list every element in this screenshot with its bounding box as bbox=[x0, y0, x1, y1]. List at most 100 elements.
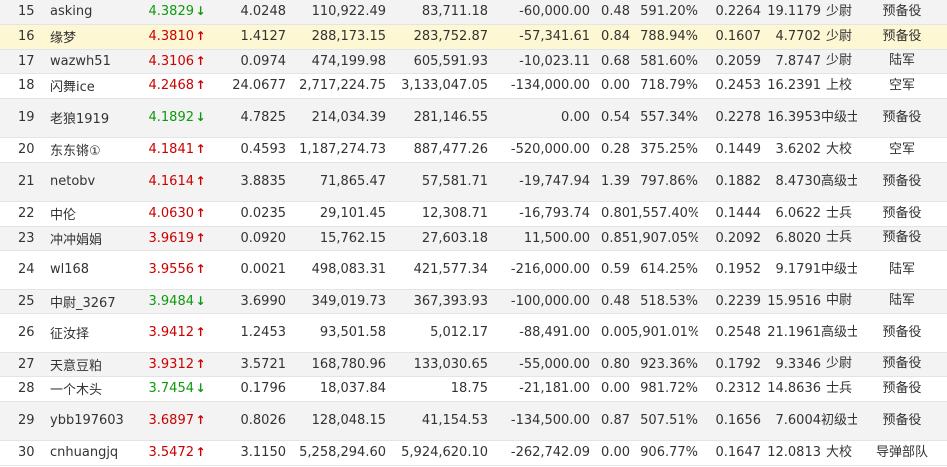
table-row[interactable]: 22 中伦 4.0630↑ 0.0235 29,101.45 12,308.71 -16,7… bbox=[0, 201, 947, 227]
arrow-up-icon: ↑ bbox=[195, 413, 206, 427]
branch-cell: 导弹部队 bbox=[857, 440, 947, 466]
value-cell-8: 6.0622 bbox=[761, 201, 821, 227]
rank-cell: 23 bbox=[0, 226, 46, 251]
table-row[interactable]: 16 缘梦 4.3810↑ 1.4127 288,173.15 283,752.87 -57… bbox=[0, 24, 947, 50]
value-cell-2: 93,501.58 bbox=[286, 313, 386, 353]
user-name-cell[interactable]: 缘梦 bbox=[46, 24, 132, 50]
user-name-cell[interactable]: netobv bbox=[46, 162, 132, 202]
military-rank-cell: 高级士官 bbox=[821, 313, 857, 353]
user-name-cell[interactable]: 中伦 bbox=[46, 201, 132, 227]
score-cell: 3.6897↑ bbox=[132, 401, 208, 441]
table-row[interactable]: 29 ybb197603 3.6897↑ 0.8026 128,048.15 41,154… bbox=[0, 401, 947, 441]
value-cell-5: 0.00 bbox=[590, 376, 630, 402]
table-row[interactable]: 28 一个木头 3.7454↓ 0.1796 18,037.84 18.75 -21,181… bbox=[0, 376, 947, 402]
score-value: 3.9484 bbox=[148, 293, 195, 309]
value-cell-1: 0.1796 bbox=[208, 376, 286, 402]
percentage-cell: 923.36% bbox=[630, 352, 698, 377]
score-value: 4.2468 bbox=[148, 78, 195, 93]
value-cell-4: -16,793.74 bbox=[488, 201, 590, 227]
value-cell-8: 16.3953 bbox=[761, 98, 821, 138]
arrow-up-icon: ↑ bbox=[195, 206, 206, 220]
table-row[interactable]: 18 闪舞ice 4.2468↑ 24.0677 2,717,224.75 3,133,0… bbox=[0, 73, 947, 99]
branch-cell: 空军 bbox=[857, 137, 947, 163]
user-name-cell[interactable]: ybb197603 bbox=[46, 401, 132, 441]
value-cell-1: 0.0235 bbox=[208, 201, 286, 227]
percentage-cell: 906.77% bbox=[630, 440, 698, 466]
table-row[interactable]: 26 征汝择 3.9412↑ 1.2453 93,501.58 5,012.17 -88,4… bbox=[0, 313, 947, 353]
user-name-cell[interactable]: 老狼1919 bbox=[46, 98, 132, 138]
table-row[interactable]: 27 天意豆粕 3.9312↑ 3.5721 168,780.96 133,030.65-… bbox=[0, 352, 947, 377]
arrow-up-icon: ↑ bbox=[195, 78, 206, 92]
rank-cell: 29 bbox=[0, 401, 46, 441]
score-value: 3.9312 bbox=[148, 356, 195, 372]
value-cell-3: 18.75 bbox=[386, 376, 488, 402]
arrow-up-icon: ↑ bbox=[195, 29, 206, 43]
percentage-cell: 518.53% bbox=[630, 289, 698, 314]
table-row[interactable]: 21 netobv 4.1614↑ 3.8835 71,865.47 57,581.71-… bbox=[0, 162, 947, 202]
rank-cell: 16 bbox=[0, 24, 46, 50]
value-cell-1: 0.4593 bbox=[208, 137, 286, 163]
arrow-down-icon: ↓ bbox=[195, 381, 206, 395]
value-cell-4: -262,742.09 bbox=[488, 440, 590, 466]
value-cell-8: 4.7702 bbox=[761, 24, 821, 50]
value-cell-7: 0.2092 bbox=[698, 226, 761, 251]
arrow-up-icon: ↑ bbox=[195, 53, 206, 68]
value-cell-8: 16.2391 bbox=[761, 73, 821, 99]
value-cell-3: 57,581.71 bbox=[386, 162, 488, 202]
value-cell-7: 0.1952 bbox=[698, 250, 761, 290]
user-name-cell[interactable]: 一个木头 bbox=[46, 376, 132, 402]
user-name-cell[interactable]: 征汝择 bbox=[46, 313, 132, 353]
user-name-cell[interactable]: 闪舞ice bbox=[46, 73, 132, 99]
value-cell-3: 27,603.18 bbox=[386, 226, 488, 251]
user-name-cell[interactable]: cnhuangjq bbox=[46, 440, 132, 466]
rank-cell: 28 bbox=[0, 376, 46, 402]
score-value: 3.9619 bbox=[148, 230, 195, 246]
military-rank-cell: 大校 bbox=[821, 137, 857, 163]
rank-cell: 25 bbox=[0, 289, 46, 314]
percentage-cell: 981.72% bbox=[630, 376, 698, 402]
value-cell-5: 0.48 bbox=[590, 289, 630, 314]
value-cell-1: 4.0248 bbox=[208, 0, 286, 25]
table-row[interactable]: 19 老狼1919 4.1892↓ 4.7825 214,034.39 281,146.5… bbox=[0, 98, 947, 138]
military-rank-cell: 中级士官 bbox=[821, 98, 857, 138]
value-cell-3: 887,477.26 bbox=[386, 137, 488, 163]
value-cell-5: 0.00 bbox=[590, 313, 630, 353]
user-name-cell[interactable]: 天意豆粕 bbox=[46, 352, 132, 377]
table-row[interactable]: 17 wazwh51 4.3106↑ 0.0974 474,199.98 605,591.… bbox=[0, 49, 947, 74]
value-cell-8: 3.6202 bbox=[761, 137, 821, 163]
score-value: 4.1841 bbox=[148, 142, 195, 157]
score-value: 4.0630 bbox=[148, 206, 195, 221]
score-cell: 4.1614↑ bbox=[132, 162, 208, 202]
table-row[interactable]: 30 cnhuangjq 3.5472↑ 3.1150 5,258,294.60 5,92… bbox=[0, 440, 947, 466]
branch-cell: 预备役 bbox=[857, 98, 947, 138]
value-cell-3: 605,591.93 bbox=[386, 49, 488, 74]
user-name-cell[interactable]: 东东锵① bbox=[46, 137, 132, 163]
table-row[interactable]: 23 冲冲娟娟 3.9619↑ 0.0920 15,762.15 27,603.18 11,… bbox=[0, 226, 947, 251]
percentage-cell: 797.86% bbox=[630, 162, 698, 202]
table-row[interactable]: 20 东东锵① 4.1841↑ 0.4593 1,187,274.73 887,477.2… bbox=[0, 137, 947, 163]
rank-cell: 24 bbox=[0, 250, 46, 290]
military-rank-cell: 中尉 bbox=[821, 289, 857, 314]
user-name-cell[interactable]: 中尉_3267 bbox=[46, 289, 132, 314]
value-cell-4: -60,000.00 bbox=[488, 0, 590, 25]
military-rank-cell: 士兵 bbox=[821, 201, 857, 227]
table-row[interactable]: 24 wl168 3.9556↑ 0.0021 498,083.31 421,577.34… bbox=[0, 250, 947, 290]
value-cell-5: 0.00 bbox=[590, 73, 630, 99]
user-name-cell[interactable]: wazwh51 bbox=[46, 49, 132, 74]
arrow-up-icon: ↑ bbox=[195, 325, 206, 339]
value-cell-1: 0.8026 bbox=[208, 401, 286, 441]
score-cell: 3.9412↑ bbox=[132, 313, 208, 353]
user-name-cell[interactable]: asking bbox=[46, 0, 132, 25]
table-row[interactable]: 25 中尉_3267 3.9484↓ 3.6990 349,019.73 367,393.… bbox=[0, 289, 947, 314]
value-cell-5: 0.80 bbox=[590, 201, 630, 227]
table-row[interactable]: 15 asking 4.3829↓ 4.0248 110,922.49 83,711.18… bbox=[0, 0, 947, 25]
military-rank-cell: 少尉 bbox=[821, 24, 857, 50]
value-cell-5: 0.85 bbox=[590, 226, 630, 251]
rank-cell: 20 bbox=[0, 137, 46, 163]
user-name-cell[interactable]: wl168 bbox=[46, 250, 132, 290]
value-cell-4: -134,500.00 bbox=[488, 401, 590, 441]
value-cell-7: 0.2312 bbox=[698, 376, 761, 402]
branch-cell: 预备役 bbox=[857, 376, 947, 402]
value-cell-8: 8.4730 bbox=[761, 162, 821, 202]
user-name-cell[interactable]: 冲冲娟娟 bbox=[46, 226, 132, 251]
